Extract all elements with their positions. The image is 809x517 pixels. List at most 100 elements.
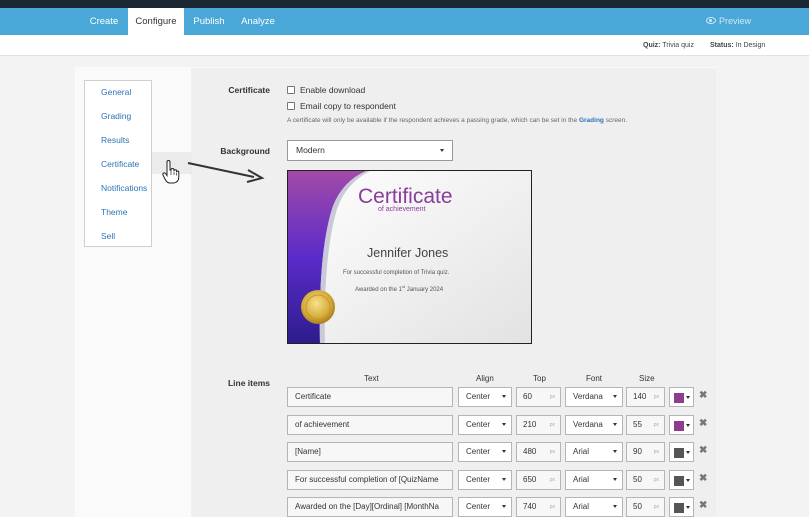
line-item-align-select[interactable]: Center (458, 415, 512, 435)
px-unit: px (653, 394, 659, 400)
certificate-preview-completion: For successful completion of Trivia quiz… (343, 270, 450, 276)
line-item-text-input[interactable]: [Name] (287, 442, 453, 462)
chevron-down-icon (613, 423, 617, 426)
column-header-font: Font (586, 374, 603, 383)
line-item-align-value: Center (466, 392, 491, 401)
certificate-preview-name: Jennifer Jones (367, 246, 449, 260)
chevron-down-icon (686, 424, 690, 427)
tab-publish[interactable]: Publish (184, 8, 234, 35)
enable-download-checkbox[interactable] (287, 86, 295, 94)
line-item-size-input[interactable]: 140 px (626, 387, 665, 407)
line-item-align-value: Center (466, 447, 491, 456)
line-item-top-input[interactable]: 650 px (516, 470, 561, 490)
background-select[interactable]: Modern (287, 140, 453, 161)
line-item-top-value: 60 (523, 392, 532, 401)
px-unit: px (549, 394, 555, 400)
delete-icon[interactable]: ✖ (699, 473, 707, 484)
line-item-font-select[interactable]: Verdana (565, 387, 623, 407)
annotation-arrow-icon (187, 162, 265, 183)
sidebar-item-theme[interactable]: Theme (101, 207, 127, 217)
background-selected-value: Modern (296, 145, 325, 155)
line-item-top-input[interactable]: 480 px (516, 442, 561, 462)
line-item-font-value: Verdana (573, 420, 603, 429)
px-unit: px (549, 504, 555, 510)
line-item-text-input[interactable]: of achievement (287, 415, 453, 435)
line-item-font-select[interactable]: Arial (565, 442, 623, 462)
line-item-size-input[interactable]: 50 px (626, 497, 665, 517)
line-item-align-select[interactable]: Center (458, 497, 512, 517)
line-item-size-value: 140 (633, 392, 647, 401)
line-item-top-value: 480 (523, 447, 537, 456)
line-item-top-value: 740 (523, 502, 537, 511)
line-item-size-value: 90 (633, 447, 642, 456)
tab-analyze[interactable]: Analyze (234, 8, 282, 35)
line-item-size-value: 50 (633, 502, 642, 511)
px-unit: px (653, 449, 659, 455)
quiz-status-display: Status: In Design (710, 42, 766, 49)
px-unit: px (653, 422, 659, 428)
px-unit: px (653, 504, 659, 510)
tab-configure[interactable]: Configure (128, 8, 184, 35)
grading-link[interactable]: Grading (579, 117, 604, 124)
line-item-size-value: 55 (633, 420, 642, 429)
line-item-align-value: Center (466, 502, 491, 511)
line-item-top-input[interactable]: 210 px (516, 415, 561, 435)
window-top-strip (0, 0, 809, 8)
px-unit: px (549, 477, 555, 483)
column-header-size: Size (639, 374, 655, 383)
delete-icon[interactable]: ✖ (699, 500, 707, 511)
line-item-align-select[interactable]: Center (458, 387, 512, 407)
chevron-down-icon (686, 451, 690, 454)
color-swatch (674, 448, 684, 458)
preview-button[interactable]: Preview (705, 8, 751, 35)
line-item-size-input[interactable]: 90 px (626, 442, 665, 462)
certificate-preview: Certificate of achievement Jennifer Jone… (287, 170, 532, 344)
delete-icon[interactable]: ✖ (699, 445, 707, 456)
sidebar-item-sell[interactable]: Sell (101, 231, 115, 241)
chevron-down-icon (686, 479, 690, 482)
certificate-note: A certificate will only be available if … (287, 117, 628, 124)
line-item-color-picker[interactable] (669, 497, 694, 517)
line-item-font-value: Arial (573, 475, 590, 484)
sidebar-item-grading[interactable]: Grading (101, 111, 131, 121)
line-item-color-picker[interactable] (669, 442, 694, 462)
line-item-font-select[interactable]: Verdana (565, 415, 623, 435)
chevron-down-icon (502, 423, 506, 426)
line-item-text-input[interactable]: For successful completion of [QuizName (287, 470, 453, 490)
column-header-text: Text (364, 374, 379, 383)
email-copy-checkbox[interactable] (287, 102, 295, 110)
sidebar-item-notifications[interactable]: Notifications (101, 183, 147, 193)
px-unit: px (549, 422, 555, 428)
delete-icon[interactable]: ✖ (699, 418, 707, 429)
sidebar-item-general[interactable]: General (101, 87, 131, 97)
line-item-size-input[interactable]: 55 px (626, 415, 665, 435)
color-swatch (674, 476, 684, 486)
line-item-color-picker[interactable] (669, 415, 694, 435)
certificate-section-label: Certificate (228, 85, 270, 95)
chevron-down-icon (613, 450, 617, 453)
line-item-align-select[interactable]: Center (458, 470, 512, 490)
line-item-color-picker[interactable] (669, 470, 694, 490)
chevron-down-icon (613, 478, 617, 481)
chevron-down-icon (502, 450, 506, 453)
line-item-text-input[interactable]: Certificate (287, 387, 453, 407)
tab-create[interactable]: Create (80, 8, 128, 35)
line-item-top-input[interactable]: 60 px (516, 387, 561, 407)
settings-sidebar: General Grading Results Certificate Noti… (84, 80, 152, 247)
sidebar-item-certificate[interactable]: Certificate (101, 159, 139, 169)
column-header-align: Align (476, 374, 494, 383)
delete-icon[interactable]: ✖ (699, 390, 707, 401)
line-item-text-input[interactable]: Awarded on the [Day][Ordinal] [MonthNa (287, 497, 453, 517)
line-item-align-select[interactable]: Center (458, 442, 512, 462)
line-item-color-picker[interactable] (669, 387, 694, 407)
line-item-font-value: Verdana (573, 392, 603, 401)
line-item-font-select[interactable]: Arial (565, 497, 623, 517)
quiz-name-display: Quiz: Trivia quiz (643, 42, 694, 49)
px-unit: px (549, 449, 555, 455)
chevron-down-icon (502, 395, 506, 398)
line-item-size-input[interactable]: 50 px (626, 470, 665, 490)
line-item-top-input[interactable]: 740 px (516, 497, 561, 517)
line-item-font-select[interactable]: Arial (565, 470, 623, 490)
sidebar-item-results[interactable]: Results (101, 135, 129, 145)
chevron-down-icon (613, 505, 617, 508)
